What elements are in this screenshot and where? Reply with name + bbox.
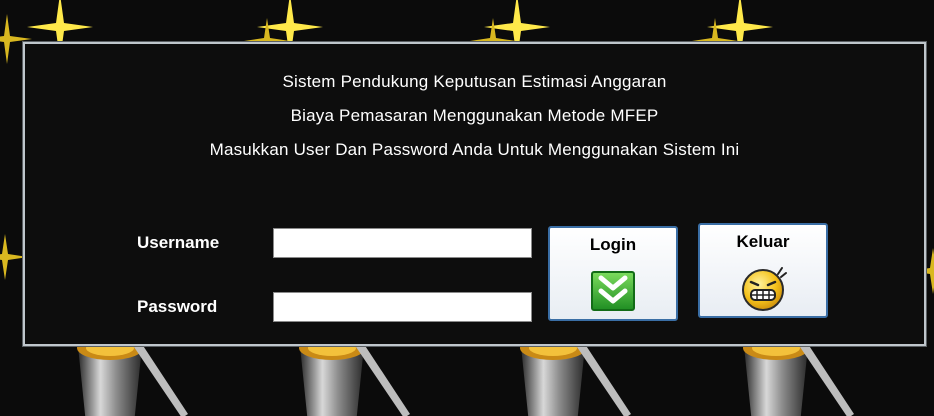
login-button-label: Login (589, 235, 637, 254)
username-field[interactable] (273, 228, 532, 258)
spotlight-image (743, 336, 854, 416)
title-line-2: Biaya Pemasaran Menggunakan Metode MFEP (290, 106, 659, 125)
spotlight-image (77, 336, 188, 416)
password-field[interactable] (273, 292, 532, 322)
spotlight-image (520, 336, 631, 416)
title-line-1: Sistem Pendukung Keputusan Estimasi Angg… (282, 72, 667, 91)
exit-button-label: Keluar (736, 232, 790, 251)
login-panel: Sistem Pendukung Keputusan Estimasi Angg… (23, 42, 926, 346)
grimace-smiley-icon (742, 267, 787, 311)
app-window: Sistem Pendukung Keputusan Estimasi Angg… (0, 0, 934, 416)
spotlight-image (299, 336, 410, 416)
password-label: Password (137, 297, 218, 316)
instruction-text: Masukkan User Dan Password Anda Untuk Me… (209, 140, 740, 159)
username-label: Username (137, 233, 220, 252)
login-button[interactable]: Login (548, 226, 678, 321)
double-chevron-down-icon (591, 271, 635, 311)
exit-button[interactable]: Keluar (698, 223, 828, 318)
